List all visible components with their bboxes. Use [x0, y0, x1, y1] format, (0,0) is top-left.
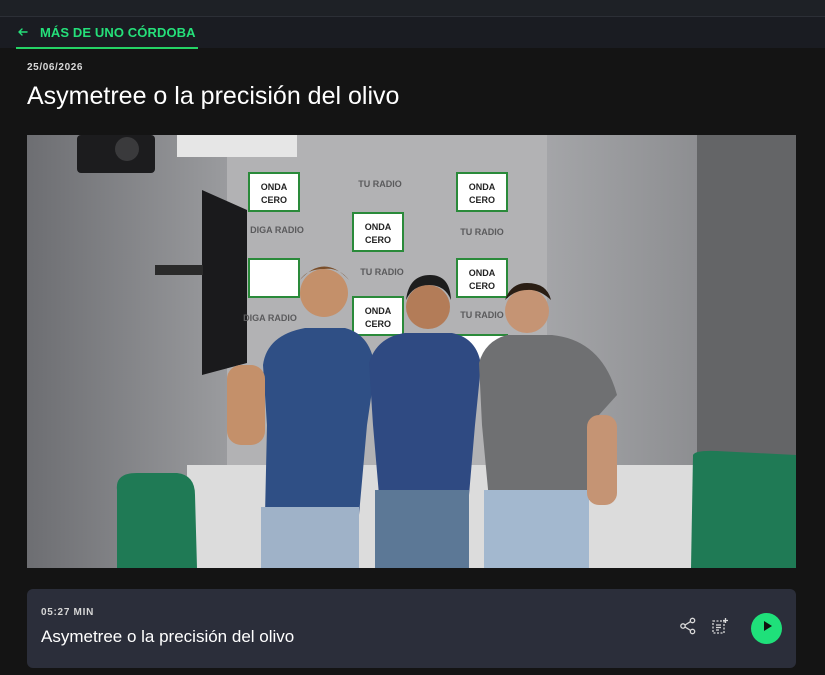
- svg-text:TU RADIO: TU RADIO: [360, 267, 404, 277]
- page-title: Asymetree o la precisión del olivo: [27, 82, 400, 110]
- publish-date: 25/06/2026: [27, 62, 84, 73]
- svg-text:TU RADIO: TU RADIO: [358, 179, 402, 189]
- episode-title: Asymetree o la precisión del olivo: [41, 627, 295, 646]
- audio-player: 05:27 MIN Asymetree o la precisión del o…: [27, 589, 796, 668]
- svg-text:CERO: CERO: [365, 235, 391, 245]
- add-to-playlist-icon: [711, 617, 729, 640]
- svg-text:ONDA: ONDA: [469, 268, 496, 278]
- svg-text:TU RADIO: TU RADIO: [460, 310, 504, 320]
- play-icon: [760, 619, 774, 638]
- svg-text:ONDA: ONDA: [365, 222, 392, 232]
- svg-text:TU RADIO: TU RADIO: [460, 227, 504, 237]
- back-link-label: MÁS DE UNO CÓRDOBA: [40, 24, 196, 40]
- svg-text:DIGA RADIO: DIGA RADIO: [250, 225, 304, 235]
- svg-text:DIGA RADIO: DIGA RADIO: [243, 313, 297, 323]
- back-to-section-link[interactable]: MÁS DE UNO CÓRDOBA: [16, 17, 198, 49]
- top-bar: [0, 0, 825, 17]
- svg-text:CERO: CERO: [365, 319, 391, 329]
- episode-duration: 05:27 MIN: [41, 607, 94, 618]
- svg-text:CERO: CERO: [469, 281, 495, 291]
- share-icon: [679, 617, 697, 640]
- section-nav: MÁS DE UNO CÓRDOBA: [0, 17, 825, 49]
- arrow-left-icon: [16, 25, 30, 39]
- add-to-playlist-button[interactable]: [709, 617, 731, 639]
- svg-text:CERO: CERO: [261, 195, 287, 205]
- svg-text:ONDA: ONDA: [261, 182, 288, 192]
- article-photo: ONDA CERO ONDA CERO ONDA CERO ONDA CERO …: [27, 135, 796, 568]
- play-button[interactable]: [751, 613, 782, 644]
- svg-text:ONDA: ONDA: [469, 182, 496, 192]
- svg-text:ONDA: ONDA: [365, 306, 392, 316]
- share-button[interactable]: [677, 617, 699, 639]
- svg-text:CERO: CERO: [469, 195, 495, 205]
